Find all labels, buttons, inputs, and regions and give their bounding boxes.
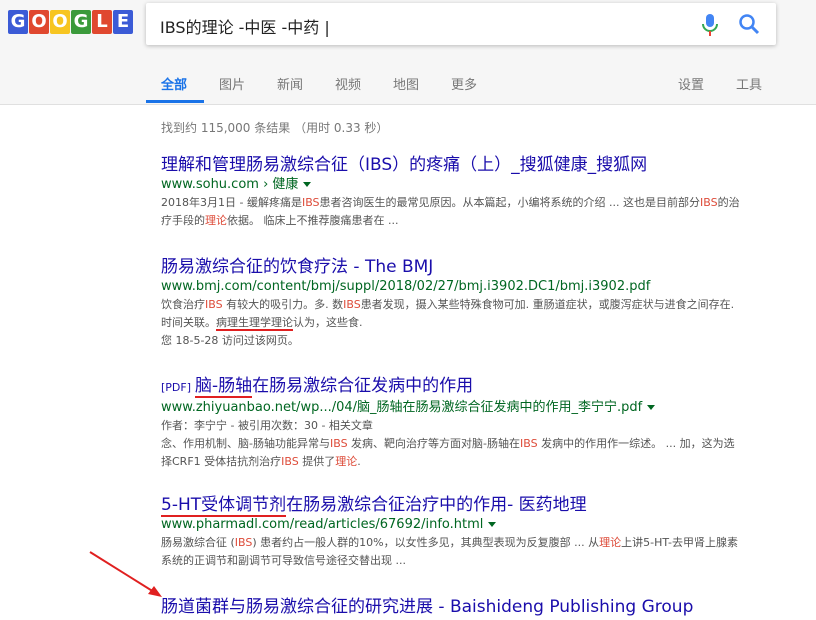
annotation-arrow-icon: [89, 551, 162, 597]
google-doodle-logo[interactable]: GOOGLE: [8, 10, 134, 34]
result-title-link[interactable]: 肠易激综合征的饮食疗法 - The BMJ: [161, 256, 761, 278]
search-result: [PDF] 脑-肠轴在肠易激综合征发病中的作用 www.zhiyuanbao.ne…: [161, 375, 761, 471]
logo-letter: O: [29, 10, 49, 34]
tab-images[interactable]: 图片: [219, 74, 245, 93]
search-result: 5-HT受体调节剂在肠易激综合征治疗中的作用- 医药地理 www.pharmad…: [161, 494, 761, 570]
logo-letter: L: [92, 10, 112, 34]
tab-more[interactable]: 更多: [451, 74, 477, 93]
logo-letter: E: [113, 10, 133, 34]
tab-maps[interactable]: 地图: [393, 74, 419, 93]
dropdown-arrow-icon[interactable]: [647, 405, 656, 410]
visited-note: 您 18-5-28 访问过该网页。: [161, 334, 299, 347]
result-snippet: 饮食治疗IBS 有较大的吸引力。多. 数IBS患者发现，摄入某些特殊食物可加. …: [161, 298, 735, 331]
tab-news[interactable]: 新闻: [277, 74, 303, 93]
search-result: 理解和管理肠易激综合征（IBS）的疼痛（上）_搜狐健康_搜狐网 www.sohu…: [161, 154, 761, 230]
result-url: www.bmj.com/content/bmj/suppl/2018/02/27…: [161, 279, 651, 294]
search-result: 肠易激综合征的饮食疗法 - The BMJ www.bmj.com/conten…: [161, 256, 761, 350]
result-title-link[interactable]: 肠道菌群与肠易激综合征的研究进展 - Baishideng Publishing…: [161, 596, 761, 618]
tab-videos[interactable]: 视频: [335, 74, 361, 93]
result-title-link[interactable]: [PDF] 脑-肠轴在肠易激综合征发病中的作用: [161, 375, 761, 399]
result-url: www.pharmadl.com/read/articles/67692/inf…: [161, 516, 761, 534]
pdf-badge: [PDF]: [161, 381, 192, 394]
result-url: www.sohu.com › 健康: [161, 176, 761, 194]
result-snippet: 念、作用机制、脑-肠轴功能异常与IBS 发病、靶向治疗等方面对脑-肠轴在IBS …: [161, 437, 735, 468]
annotation-underline: 病理生理学理论: [216, 316, 293, 331]
search-result: 肠道菌群与肠易激综合征的研究进展 - Baishideng Publishing…: [161, 596, 761, 618]
result-url: www.zhiyuanbao.net/wp.../04/脑_肠轴在肠易激综合征发…: [161, 399, 761, 417]
search-box[interactable]: IBS的理论 -中医 -中药 |: [146, 3, 776, 45]
tab-all[interactable]: 全部: [161, 74, 187, 93]
active-tab-indicator: [146, 100, 204, 103]
result-stats: 找到约 115,000 条结果 （用时 0.33 秒）: [161, 121, 389, 135]
search-tabs: 全部 图片 新闻 视频 地图 更多 设置 工具: [0, 70, 816, 104]
logo-letter: G: [8, 10, 28, 34]
result-title-link[interactable]: 理解和管理肠易激综合征（IBS）的疼痛（上）_搜狐健康_搜狐网: [161, 154, 761, 176]
search-icon[interactable]: [738, 13, 760, 35]
result-title-link[interactable]: 5-HT受体调节剂在肠易激综合征治疗中的作用- 医药地理: [161, 494, 761, 517]
header-bar: GOOGLE IBS的理论 -中医 -中药 | 全部 图片 新闻 视频 地图 更…: [0, 0, 816, 105]
logo-letter: G: [71, 10, 91, 34]
result-snippet: 2018年3月1日 - 缓解疼痛是IBS患者咨询医生的最常见原因。从本篇起，小编…: [161, 196, 740, 227]
logo-letter: O: [50, 10, 70, 34]
dropdown-arrow-icon[interactable]: [488, 522, 497, 527]
microphone-icon[interactable]: [699, 13, 721, 37]
dropdown-arrow-icon[interactable]: [303, 182, 312, 187]
tab-tools[interactable]: 工具: [736, 74, 762, 93]
search-input[interactable]: IBS的理论 -中医 -中药 |: [160, 14, 330, 38]
tab-settings[interactable]: 设置: [678, 74, 704, 93]
result-meta: 作者：李宁宁 - 被引用次数：30 - 相关文章: [161, 419, 373, 432]
result-snippet: 肠易激综合征 (IBS) 患者约占一般人群的10%，以女性多见，其典型表现为反复…: [161, 536, 739, 567]
